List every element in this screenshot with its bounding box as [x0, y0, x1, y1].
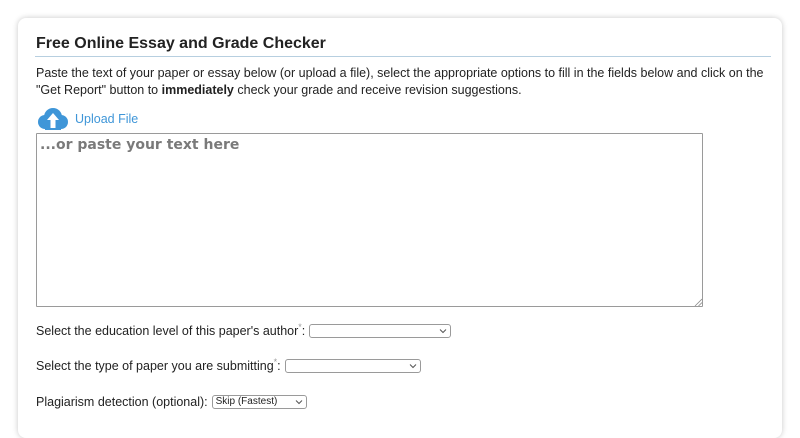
- plagiarism-value: Skip (Fastest): [215, 396, 278, 407]
- paper-type-label: Select the type of paper you are submitt…: [36, 357, 281, 373]
- cloud-upload-icon: [36, 108, 68, 130]
- page-title: Free Online Essay and Grade Checker: [36, 35, 326, 52]
- education-level-label-colon: :: [301, 324, 306, 338]
- upload-file-label: Upload File: [75, 112, 139, 126]
- plagiarism-row: Plagiarism detection (optional): Skip (F…: [36, 395, 307, 409]
- intro-text-end: check your grade and receive revision su…: [233, 83, 522, 97]
- textarea-resize-handle[interactable]: [694, 298, 702, 306]
- plagiarism-label: Plagiarism detection (optional):: [36, 395, 208, 409]
- paper-type-label-text: Select the type of paper you are submitt…: [36, 359, 274, 373]
- education-level-select[interactable]: [309, 324, 452, 338]
- plagiarism-select[interactable]: Skip (Fastest): [211, 395, 307, 409]
- chevron-down-icon: [409, 364, 416, 369]
- paper-type-select[interactable]: [284, 359, 421, 373]
- education-level-label: Select the education level of this paper…: [36, 322, 306, 338]
- upload-file-button[interactable]: Upload File: [36, 108, 138, 130]
- paper-type-row: Select the type of paper you are submitt…: [36, 357, 421, 373]
- paper-type-label-colon: :: [277, 359, 281, 373]
- chevron-down-icon: [295, 400, 302, 405]
- title-divider: [35, 56, 771, 57]
- education-level-row: Select the education level of this paper…: [36, 322, 452, 338]
- essay-textarea[interactable]: [36, 133, 703, 307]
- intro-text-emphasis: immediately: [161, 83, 234, 97]
- chevron-down-icon: [439, 329, 447, 334]
- intro-text: Paste the text of your paper or essay be…: [36, 65, 776, 99]
- education-level-label-text: Select the education level of this paper…: [36, 324, 299, 338]
